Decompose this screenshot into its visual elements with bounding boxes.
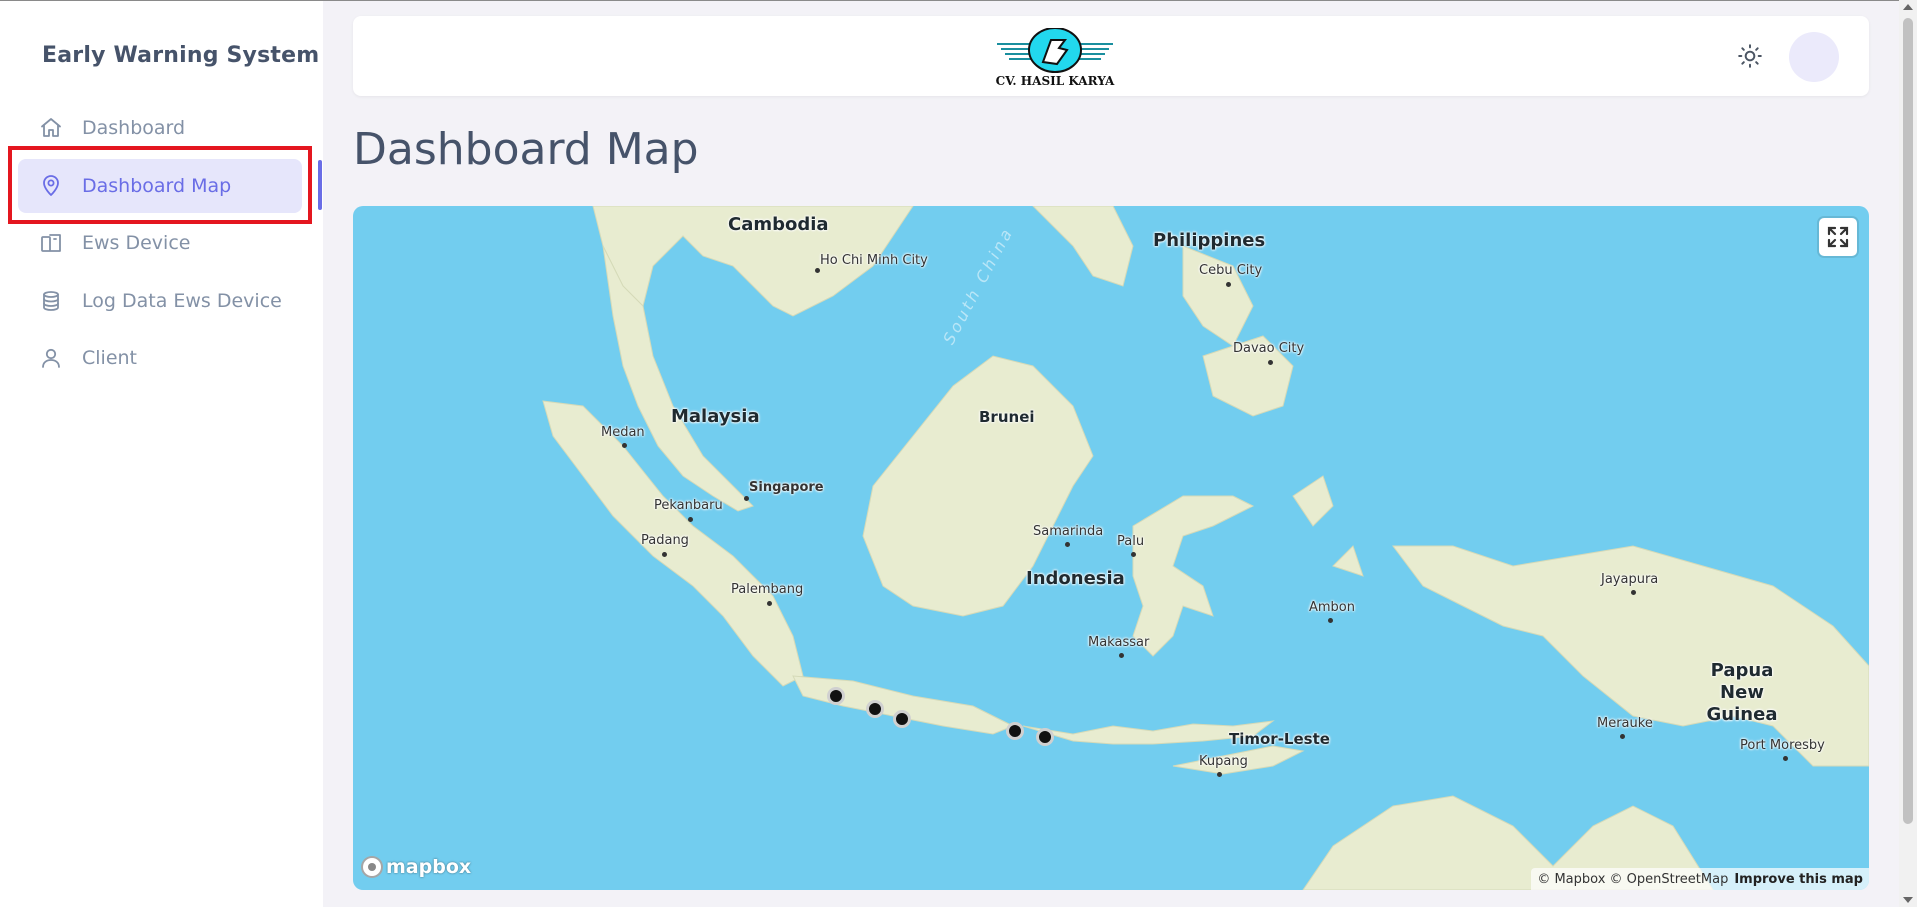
city-dot xyxy=(622,443,627,448)
scroll-up-arrow[interactable] xyxy=(1903,4,1913,10)
device-marker[interactable] xyxy=(827,687,845,705)
map-label-ambon: Ambon xyxy=(1309,600,1356,615)
map-label-davao: Davao City xyxy=(1233,341,1305,356)
city-dot xyxy=(815,268,820,273)
sun-icon xyxy=(1737,43,1763,69)
theme-toggle-button[interactable] xyxy=(1734,40,1766,72)
map-label-pekanbaru: Pekanbaru xyxy=(654,498,723,513)
user-icon xyxy=(38,345,64,371)
map-label-philippines: Philippines xyxy=(1153,230,1266,251)
page-scrollbar[interactable] xyxy=(1899,0,1917,907)
improve-map-link[interactable]: Improve this map xyxy=(1734,872,1863,887)
home-icon xyxy=(38,115,64,141)
sidebar-item-label: Client xyxy=(82,347,138,369)
city-dot xyxy=(1783,756,1788,761)
city-dot xyxy=(688,517,693,522)
map-label-ho-chi-minh: Ho Chi Minh City xyxy=(820,253,928,268)
city-dot xyxy=(1268,360,1273,365)
city-dot xyxy=(767,601,772,606)
map-label-cebu: Cebu City xyxy=(1199,263,1263,278)
city-dot xyxy=(1065,542,1070,547)
top-header: CV. HASIL KARYA xyxy=(353,16,1869,96)
logo-text: CV. HASIL KARYA xyxy=(995,74,1115,88)
company-logo: CV. HASIL KARYA xyxy=(993,27,1117,90)
map-base-layer xyxy=(542,206,1869,890)
city-dot xyxy=(744,496,749,501)
city-dot xyxy=(1226,282,1231,287)
city-dot xyxy=(1620,734,1625,739)
map-label-brunei: Brunei xyxy=(979,408,1035,426)
city-dot xyxy=(1217,772,1222,777)
sidebar-scroll-indicator xyxy=(318,160,322,210)
device-marker[interactable] xyxy=(893,710,911,728)
map-label-malaysia: Malaysia xyxy=(671,406,760,427)
map-label-indonesia: Indonesia xyxy=(1026,568,1125,589)
map-label-kupang: Kupang xyxy=(1199,754,1248,769)
city-dot xyxy=(662,552,667,557)
mapbox-logo-text: mapbox xyxy=(386,856,472,878)
mapbox-icon xyxy=(361,856,383,878)
map-label-singapore: Singapore xyxy=(749,480,824,495)
map-label-makassar: Makassar xyxy=(1088,635,1150,650)
scroll-down-arrow[interactable] xyxy=(1903,897,1913,903)
sidebar-item-label: Dashboard xyxy=(82,117,186,139)
map-label-medan: Medan xyxy=(601,425,645,440)
map-view[interactable]: Cambodia Ho Chi Minh City South China Ph… xyxy=(353,206,1869,890)
avatar[interactable] xyxy=(1789,32,1839,82)
map-label-jayapura: Jayapura xyxy=(1601,572,1659,587)
database-icon xyxy=(38,288,64,314)
fullscreen-button[interactable] xyxy=(1819,218,1857,256)
active-item-highlight xyxy=(8,146,312,224)
map-attribution: © Mapbox © OpenStreetMap Improve this ma… xyxy=(1531,868,1869,890)
map-label-timor-leste: Timor-Leste xyxy=(1229,730,1330,748)
map-label-padang: Padang xyxy=(641,533,689,548)
city-dot xyxy=(1328,618,1333,623)
map-label-papua-new-guinea: Papua New Guinea xyxy=(1706,660,1778,725)
device-marker[interactable] xyxy=(1036,728,1054,746)
map-label-cambodia: Cambodia xyxy=(728,214,829,235)
sidebar-item-ews-device[interactable]: Ews Device xyxy=(18,216,302,270)
sidebar-item-log-data-ews-device[interactable]: Log Data Ews Device xyxy=(18,274,302,328)
mapbox-logo[interactable]: mapbox xyxy=(361,854,471,880)
device-marker[interactable] xyxy=(866,700,884,718)
map-label-port-moresby: Port Moresby xyxy=(1740,738,1825,753)
page-title: Dashboard Map xyxy=(353,124,699,175)
map-label-palembang: Palembang xyxy=(731,582,804,597)
device-icon xyxy=(38,230,64,256)
city-dot xyxy=(1631,590,1636,595)
sidebar: Early Warning System Dashboard Dashboard… xyxy=(0,1,323,907)
city-dot xyxy=(1131,552,1136,557)
map-label-samarinda: Samarinda xyxy=(1033,524,1104,539)
device-marker[interactable] xyxy=(1006,722,1024,740)
map-label-merauke: Merauke xyxy=(1597,716,1653,731)
city-dot xyxy=(1119,653,1124,658)
sidebar-item-client[interactable]: Client xyxy=(18,331,302,385)
brand-title: Early Warning System xyxy=(42,43,320,68)
sidebar-item-label: Ews Device xyxy=(82,232,191,254)
map-label-palu: Palu xyxy=(1117,534,1145,549)
expand-icon xyxy=(1826,225,1850,249)
scrollbar-thumb[interactable] xyxy=(1903,18,1913,824)
sidebar-item-label: Log Data Ews Device xyxy=(82,290,282,312)
attribution-text[interactable]: © Mapbox © OpenStreetMap xyxy=(1537,872,1728,887)
